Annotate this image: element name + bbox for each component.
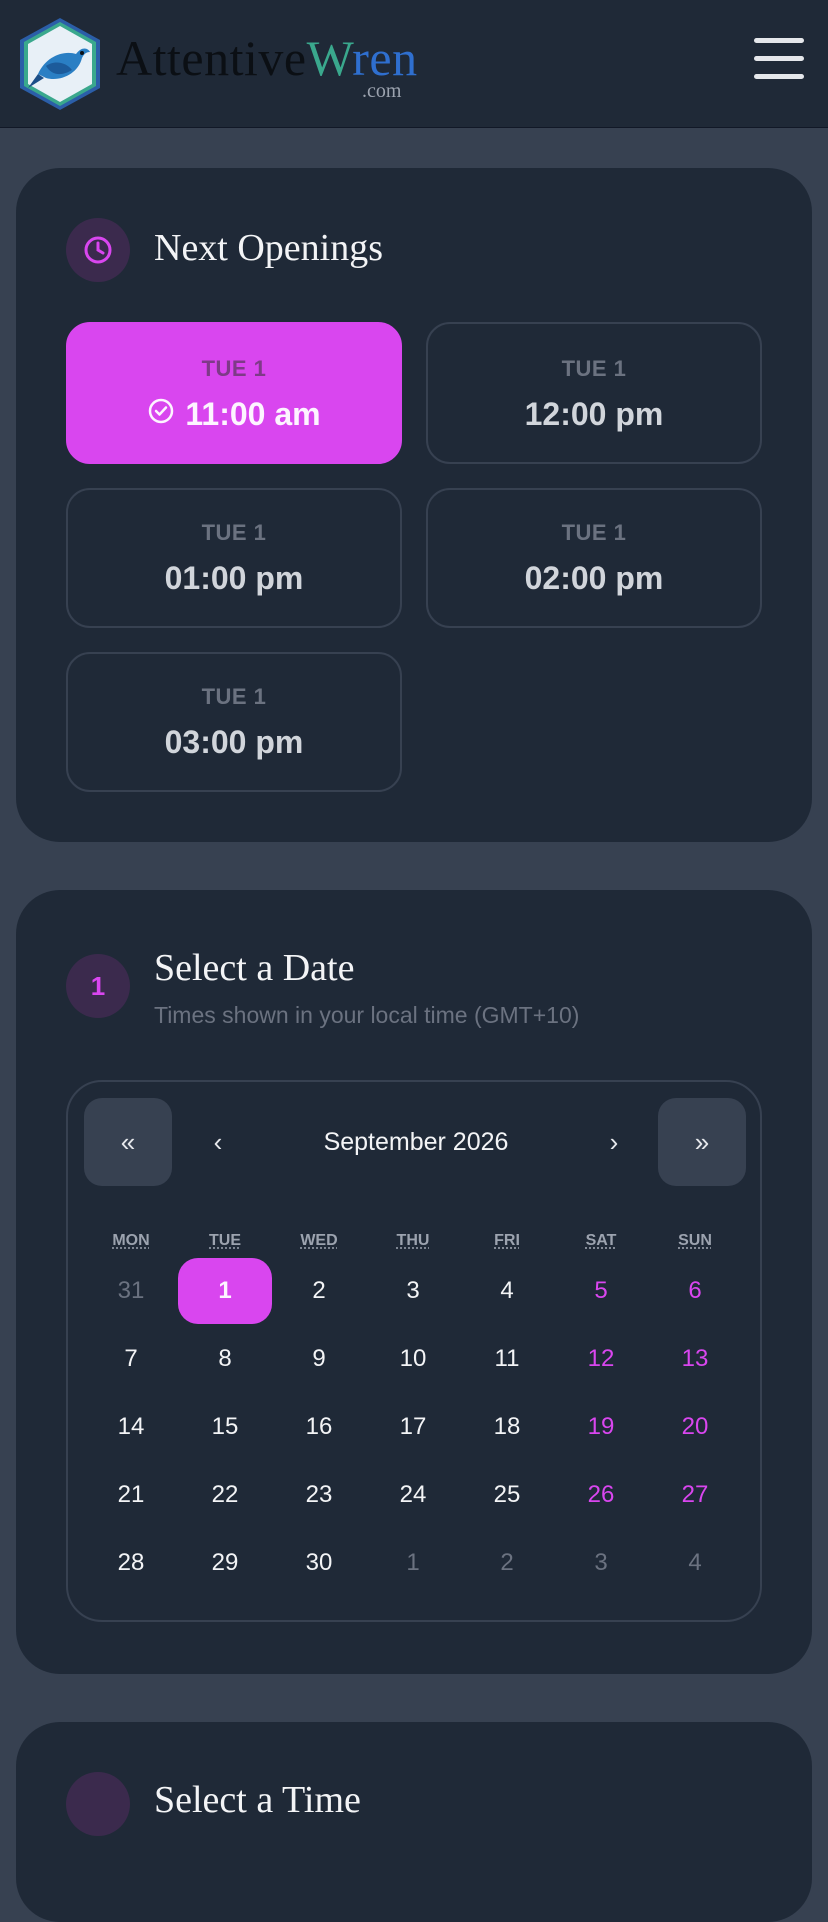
calendar-day[interactable]: 21 xyxy=(84,1462,178,1528)
slot-time: 01:00 pm xyxy=(68,560,400,597)
brand-name-part1: Attentive xyxy=(116,30,307,86)
calendar-day[interactable]: 28 xyxy=(84,1530,178,1596)
weekday-fri: FRI xyxy=(460,1232,554,1250)
next-year-button[interactable]: » xyxy=(658,1098,746,1186)
opening-slot-3[interactable]: TUE 1 01:00 pm xyxy=(66,488,402,628)
brand-tld: .com xyxy=(362,80,401,103)
next-openings-card: Next Openings TUE 1 11:00 am TUE 1 12:00… xyxy=(16,168,812,842)
slot-time: 03:00 pm xyxy=(68,724,400,761)
calendar-day[interactable]: 5 xyxy=(554,1258,648,1324)
slot-day: TUE 1 xyxy=(68,684,400,710)
calendar-day[interactable]: 14 xyxy=(84,1394,178,1460)
calendar-day[interactable]: 20 xyxy=(648,1394,742,1460)
calendar-day[interactable]: 13 xyxy=(648,1326,742,1392)
calendar-day-outside: 31 xyxy=(84,1258,178,1324)
weekday-thu: THU xyxy=(366,1232,460,1250)
weekday-sat: SAT xyxy=(554,1232,648,1250)
calendar-day[interactable]: 6 xyxy=(648,1258,742,1324)
brand-name[interactable]: AttentiveWren xyxy=(116,30,418,86)
prev-month-button[interactable]: ‹ xyxy=(198,1098,238,1186)
step-number-badge: 1 xyxy=(66,954,130,1018)
calendar-day-outside: 1 xyxy=(366,1530,460,1596)
slot-time: 11:00 am xyxy=(185,396,320,433)
opening-slot-5[interactable]: TUE 1 03:00 pm xyxy=(66,652,402,792)
calendar-day[interactable]: 18 xyxy=(460,1394,554,1460)
calendar-day[interactable]: 9 xyxy=(272,1326,366,1392)
slot-day: TUE 1 xyxy=(428,356,760,382)
calendar-day[interactable]: 26 xyxy=(554,1462,648,1528)
weekday-wed: WED xyxy=(272,1232,366,1250)
top-header: AttentiveWren .com xyxy=(0,0,828,128)
prev-year-button[interactable]: « xyxy=(84,1098,172,1186)
calendar-day[interactable]: 23 xyxy=(272,1462,366,1528)
weekday-sun: SUN xyxy=(648,1232,742,1250)
calendar-day[interactable]: 10 xyxy=(366,1326,460,1392)
opening-slot-1[interactable]: TUE 1 11:00 am xyxy=(66,322,402,464)
timezone-note: Times shown in your local time (GMT+10) xyxy=(154,1002,579,1029)
clock-icon xyxy=(66,218,130,282)
calendar-day-outside: 3 xyxy=(554,1530,648,1596)
slot-time: 02:00 pm xyxy=(428,560,760,597)
select-date-card: 1 Select a Date Times shown in your loca… xyxy=(16,890,812,1674)
calendar-day[interactable]: 30 xyxy=(272,1530,366,1596)
calendar-day-outside: 4 xyxy=(648,1530,742,1596)
calendar-day-outside: 2 xyxy=(460,1530,554,1596)
wren-logo[interactable] xyxy=(16,16,104,112)
calendar-day[interactable]: 24 xyxy=(366,1462,460,1528)
step-number-badge xyxy=(66,1772,130,1836)
calendar-day[interactable]: 3 xyxy=(366,1258,460,1324)
calendar-day[interactable]: 4 xyxy=(460,1258,554,1324)
select-time-title: Select a Time xyxy=(154,1778,361,1822)
slot-day: TUE 1 xyxy=(428,520,760,546)
hamburger-menu-icon[interactable] xyxy=(754,38,804,80)
slot-time-row: 11:00 am xyxy=(68,396,400,433)
calendar-day[interactable]: 22 xyxy=(178,1462,272,1528)
calendar-day[interactable]: 29 xyxy=(178,1530,272,1596)
calendar-day[interactable]: 17 xyxy=(366,1394,460,1460)
opening-slot-2[interactable]: TUE 1 12:00 pm xyxy=(426,322,762,464)
select-time-card: Select a Time xyxy=(16,1722,812,1922)
calendar-day[interactable]: 11 xyxy=(460,1326,554,1392)
calendar-day[interactable]: 12 xyxy=(554,1326,648,1392)
select-date-title: Select a Date xyxy=(154,946,354,990)
calendar-day[interactable]: 25 xyxy=(460,1462,554,1528)
next-openings-title: Next Openings xyxy=(154,226,383,270)
brand-name-part2-rest: ren xyxy=(352,30,417,86)
slot-time: 12:00 pm xyxy=(428,396,760,433)
calendar-day[interactable]: 16 xyxy=(272,1394,366,1460)
calendar-day[interactable]: 8 xyxy=(178,1326,272,1392)
calendar: « ‹ September 2026 › » MON TUE WED THU FRI SA… xyxy=(66,1080,762,1622)
calendar-day[interactable]: 2 xyxy=(272,1258,366,1324)
opening-slot-4[interactable]: TUE 1 02:00 pm xyxy=(426,488,762,628)
calendar-day[interactable]: 7 xyxy=(84,1326,178,1392)
month-label[interactable]: September 2026 xyxy=(268,1098,564,1186)
calendar-day[interactable]: 15 xyxy=(178,1394,272,1460)
check-circle-icon xyxy=(147,396,175,433)
calendar-day[interactable]: 19 xyxy=(554,1394,648,1460)
brand-name-part2-first: W xyxy=(307,30,353,86)
calendar-day[interactable]: 27 xyxy=(648,1462,742,1528)
weekday-tue: TUE xyxy=(178,1232,272,1250)
slot-day: TUE 1 xyxy=(68,356,400,382)
next-month-button[interactable]: › xyxy=(594,1098,634,1186)
calendar-day[interactable]: 1 xyxy=(178,1258,272,1324)
slot-day: TUE 1 xyxy=(68,520,400,546)
weekday-mon: MON xyxy=(84,1232,178,1250)
